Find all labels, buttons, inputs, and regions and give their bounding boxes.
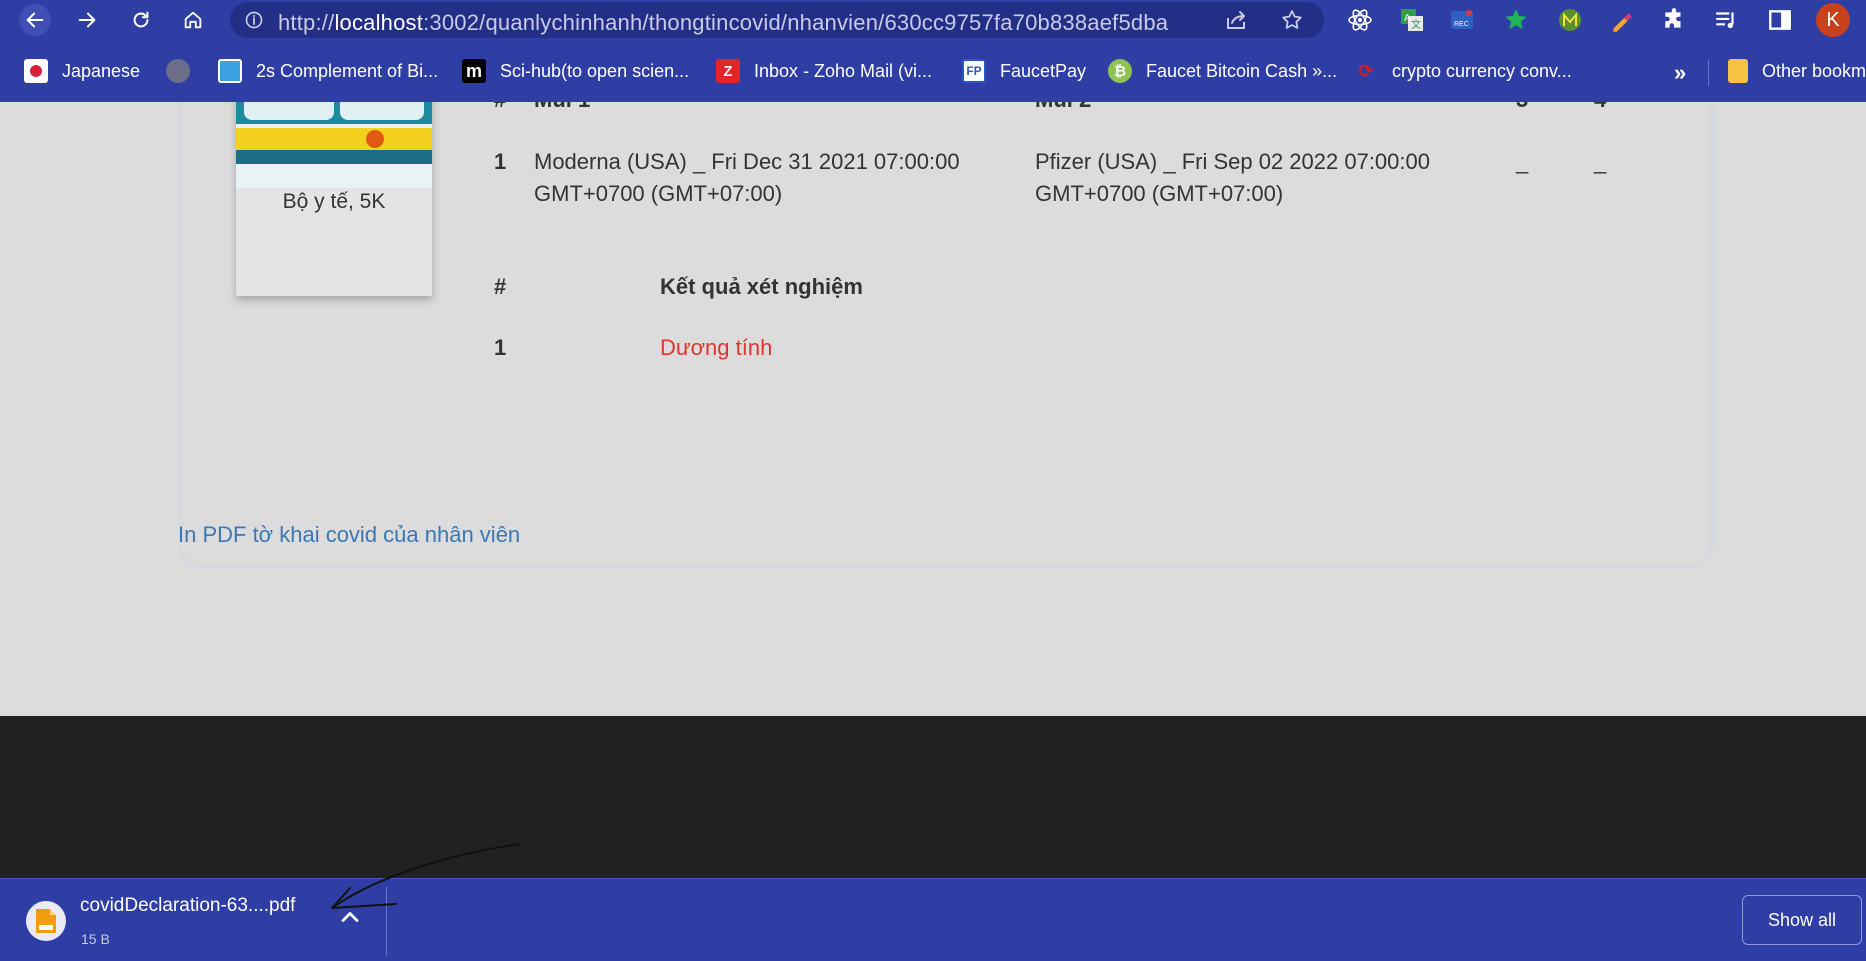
bookmarks-bar: Japanese 2s Complement of Bi... m Sci-hu…: [0, 40, 1866, 102]
vaccine-dose2-line2: GMT+0700 (GMT+07:00): [1035, 181, 1284, 206]
bookmark-zoho-mail[interactable]: Z Inbox - Zoho Mail (vi...: [716, 56, 932, 86]
forward-icon: [78, 12, 96, 28]
svg-text:文: 文: [1411, 18, 1421, 31]
test-result-value: Dương tính: [660, 335, 773, 360]
svg-text:A: A: [1404, 13, 1411, 24]
bookmarks-divider: [1708, 60, 1709, 86]
url-text[interactable]: http://localhost:3002/quanlychinhanh/tho…: [278, 10, 1168, 36]
color-picker-icon: [1613, 13, 1632, 32]
url-host: localhost: [334, 10, 424, 35]
page-footer: [0, 716, 1866, 878]
bookmark-label: Faucet Bitcoin Cash »...: [1146, 60, 1338, 81]
other-bookmarks[interactable]: Other bookm: [1728, 56, 1866, 86]
extensions-button[interactable]: [1660, 6, 1688, 34]
bookmark-label: Sci-hub(to open scien...: [500, 60, 690, 81]
poster-image: [236, 102, 432, 188]
svg-text:REC: REC: [1454, 21, 1469, 28]
reload-icon: [133, 11, 149, 28]
download-filename[interactable]: covidDeclaration-63....pdf: [80, 895, 295, 917]
react-extension[interactable]: [1346, 6, 1374, 34]
bookmark-japanese[interactable]: Japanese: [24, 56, 140, 86]
other-bookmarks-label: Other bookm: [1762, 60, 1866, 81]
rec-icon: REC: [1451, 10, 1473, 29]
vaccine-dose3: _: [1516, 149, 1529, 174]
folder-icon: [1728, 59, 1748, 83]
back-button[interactable]: [19, 4, 51, 36]
info-icon[interactable]: [244, 10, 264, 30]
color-picker-extension[interactable]: [1608, 6, 1636, 34]
bookmark-label: crypto currency conv...: [1392, 60, 1572, 81]
vaccine-dose2-line1: Pfizer (USA) _ Fri Sep 02 2022 07:00:00: [1035, 149, 1430, 174]
bookmark-globe[interactable]: [166, 56, 204, 86]
health-poster: Bộ y tế, 5K: [236, 102, 432, 296]
bookmark-faucetpay[interactable]: FP FaucetPay: [962, 56, 1086, 86]
reload-button[interactable]: [125, 4, 157, 36]
star-icon[interactable]: [1280, 8, 1304, 32]
bookmark-crypto-converter[interactable]: ⟳ crypto currency conv...: [1354, 56, 1572, 86]
url-path: :3002/quanlychinhanh/thongtincovid/nhanv…: [423, 10, 1169, 35]
bitcoin-cash-icon: ₿: [1108, 59, 1132, 83]
bookmark-label: 2s Complement of Bi...: [256, 60, 439, 81]
bookmarks-overflow-button[interactable]: »: [1674, 60, 1686, 86]
test-row-index: 1: [494, 335, 507, 360]
translate-icon: A文: [1401, 9, 1423, 31]
profile-avatar[interactable]: K: [1816, 3, 1850, 37]
extension-m-icon: [1559, 9, 1581, 31]
puzzle-icon: [1665, 8, 1681, 28]
bookmark-sci-hub[interactable]: m Sci-hub(to open scien...: [462, 56, 689, 86]
back-icon: [26, 12, 44, 28]
vaccine-dose4: _: [1594, 149, 1607, 174]
forward-button[interactable]: [71, 4, 103, 36]
download-item-icon[interactable]: [26, 901, 66, 941]
url-scheme: http://: [278, 10, 335, 35]
vaccine-header-dose1: Mũi 1: [534, 102, 590, 113]
vaccine-header-dose2: Mũi 2: [1035, 102, 1091, 113]
react-icon: [1348, 9, 1372, 31]
download-shelf: covidDeclaration-63....pdf 15 B Show all: [0, 878, 1866, 961]
home-icon: [184, 11, 202, 29]
bookmark-2s-complement[interactable]: 2s Complement of Bi...: [218, 56, 438, 86]
green-star-extension[interactable]: [1502, 6, 1530, 34]
flag-japan-icon: [24, 59, 48, 83]
rec-extension[interactable]: REC: [1448, 6, 1476, 34]
share-icon[interactable]: [1224, 8, 1248, 32]
vaccine-dose1-line1: Moderna (USA) _ Fri Dec 31 2021 07:00:00: [534, 149, 960, 174]
sidebar-icon: [1769, 10, 1791, 30]
green-star-icon: [1505, 9, 1527, 30]
show-all-button[interactable]: Show all: [1742, 895, 1862, 945]
bookmark-faucet-bitcoin-cash[interactable]: ₿ Faucet Bitcoin Cash »...: [1108, 56, 1337, 86]
home-button[interactable]: [177, 4, 209, 36]
browser-toolbar: http://localhost:3002/quanlychinhanh/tho…: [0, 0, 1866, 40]
globe-icon: [166, 59, 190, 83]
media-button[interactable]: [1712, 6, 1740, 34]
address-bar[interactable]: http://localhost:3002/quanlychinhanh/tho…: [230, 2, 1324, 38]
poster-caption: Bộ y tế, 5K: [282, 190, 386, 213]
print-pdf-link[interactable]: In PDF tờ khai covid của nhân viên: [178, 522, 520, 548]
vaccine-dose1-line2: GMT+0700 (GMT+07:00): [534, 181, 783, 206]
translate-extension[interactable]: A文: [1398, 6, 1426, 34]
vaccine-row-index: 1: [494, 149, 507, 174]
sidebar-button[interactable]: [1766, 6, 1794, 34]
annotation-arrow: [331, 843, 521, 909]
crypto-icon: ⟳: [1358, 60, 1374, 81]
calculator-icon: [218, 59, 242, 83]
vaccine-header-dose4: 4: [1594, 102, 1606, 113]
vaccine-header-index: #: [494, 102, 506, 113]
m-extension[interactable]: [1556, 6, 1584, 34]
vaccine-header-dose3: 3: [1516, 102, 1528, 113]
m-logo-icon: m: [462, 59, 486, 83]
bookmark-label: FaucetPay: [1000, 60, 1087, 81]
test-header-index: #: [494, 274, 507, 299]
zoho-icon: Z: [716, 59, 740, 83]
media-icon: [1716, 12, 1734, 29]
pdf-file-icon: [36, 909, 56, 933]
test-header-result: Kết quả xét nghiệm: [660, 274, 863, 299]
page-content: Bộ y tế, 5K # Mũi 1 Mũi 2 3 4 1 Moderna …: [0, 102, 1866, 716]
bookmark-label: Inbox - Zoho Mail (vi...: [754, 60, 933, 81]
bookmark-label: Japanese: [62, 60, 141, 81]
fp-icon: FP: [962, 59, 986, 83]
download-size: 15 B: [81, 931, 110, 947]
